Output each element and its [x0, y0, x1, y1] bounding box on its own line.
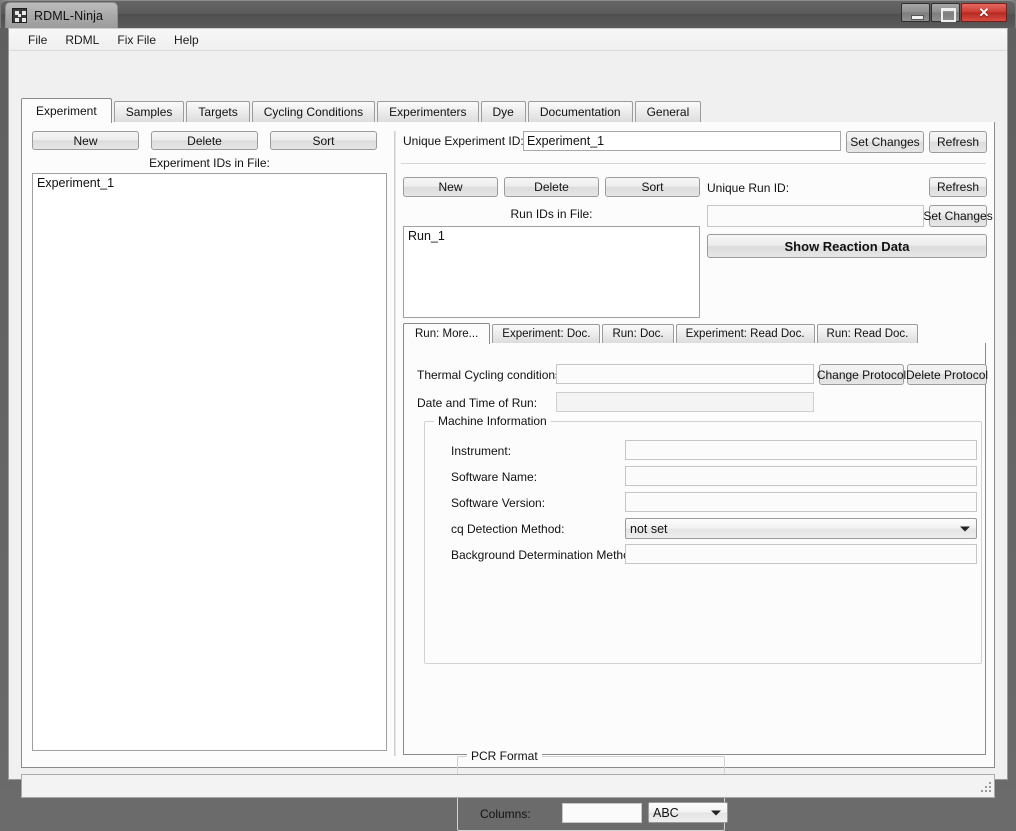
inner-tab-run-read-doc[interactable]: Run: Read Doc. — [816, 324, 919, 343]
maximize-button[interactable] — [931, 3, 960, 22]
experiment-button-row: New Delete Sort — [32, 131, 387, 150]
background-determination-input[interactable] — [625, 544, 977, 564]
window-controls: ✕ — [901, 3, 1007, 22]
unique-run-id-label: Unique Run ID: — [707, 181, 790, 195]
machine-information-title: Machine Information — [434, 414, 551, 428]
pcr-columns-select-value: ABC — [653, 805, 679, 820]
inner-tab-experiment-doc[interactable]: Experiment: Doc. — [492, 324, 601, 343]
unique-experiment-id-label: Unique Experiment ID: — [403, 134, 524, 148]
minimize-button[interactable] — [901, 3, 930, 22]
tab-samples[interactable]: Samples — [113, 101, 185, 122]
experiment-tab-panel: New Delete Sort Experiment IDs in File: … — [21, 122, 995, 831]
resize-grip-icon[interactable] — [979, 782, 992, 795]
menu-rdml[interactable]: RDML — [56, 30, 108, 50]
unique-experiment-id-input[interactable]: Experiment_1 — [523, 131, 841, 151]
list-item[interactable]: Experiment_1 — [33, 174, 386, 192]
chevron-down-icon — [711, 810, 721, 815]
window-title: RDML-Ninja — [34, 8, 104, 23]
app-icon — [12, 8, 27, 23]
tab-cycling-conditions[interactable]: Cycling Conditions — [251, 101, 376, 122]
experiment-refresh-button[interactable]: Refresh — [929, 131, 987, 153]
change-protocol-button[interactable]: Change Protocol — [817, 364, 906, 385]
experiment-ids-listbox[interactable]: Experiment_1 — [32, 173, 387, 751]
run-tab-bar: Run: More... Experiment: Doc. Run: Doc. … — [403, 323, 986, 344]
pcr-format-title: PCR Format — [467, 749, 542, 763]
tab-documentation[interactable]: Documentation — [527, 101, 633, 122]
experiment-list-label: Experiment IDs in File: — [149, 156, 270, 170]
experiment-detail-pane: Unique Experiment ID: Experiment_1 Set C… — [401, 131, 993, 831]
inner-tab-experiment-read-doc[interactable]: Experiment: Read Doc. — [675, 324, 815, 343]
list-item[interactable]: Run_1 — [404, 227, 699, 245]
run-new-button[interactable]: New — [403, 177, 498, 197]
tab-experimenters[interactable]: Experimenters — [377, 101, 479, 122]
menu-fix-file[interactable]: Fix File — [108, 30, 165, 50]
tab-dye[interactable]: Dye — [480, 101, 526, 122]
instrument-label: Instrument: — [451, 444, 512, 458]
pcr-columns-select[interactable]: ABC — [648, 802, 728, 823]
tab-general[interactable]: General — [634, 101, 702, 122]
run-refresh-button[interactable]: Refresh — [929, 177, 987, 197]
instrument-input[interactable] — [625, 440, 977, 460]
delete-protocol-button[interactable]: Delete Protocol — [906, 364, 988, 385]
thermal-cycling-label: Thermal Cycling conditions: — [417, 368, 565, 382]
experiment-list-pane: New Delete Sort Experiment IDs in File: … — [32, 131, 387, 756]
window-title-tab: RDML-Ninja — [5, 2, 119, 28]
close-button[interactable]: ✕ — [961, 3, 1007, 22]
experiment-set-changes-button[interactable]: Set Changes — [846, 131, 924, 153]
software-version-input[interactable] — [625, 492, 977, 512]
status-bar — [21, 774, 995, 798]
pcr-columns-input[interactable] — [562, 803, 642, 823]
tab-targets[interactable]: Targets — [186, 101, 250, 122]
experiment-new-button[interactable]: New — [32, 131, 139, 150]
client-area: File RDML Fix File Help Experiment Sampl… — [8, 28, 1008, 831]
menu-bar: File RDML Fix File Help — [9, 29, 1007, 51]
run-delete-button[interactable]: Delete — [504, 177, 599, 197]
show-reaction-data-button[interactable]: Show Reaction Data — [707, 234, 987, 258]
pane-divider — [394, 131, 396, 756]
background-determination-label: Background Determination Method: — [451, 548, 640, 562]
experiment-delete-button[interactable]: Delete — [151, 131, 258, 150]
software-version-label: Software Version: — [451, 496, 546, 510]
close-icon: ✕ — [978, 5, 990, 20]
run-more-panel: Thermal Cycling conditions: Change Proto… — [403, 343, 988, 831]
tab-experiment[interactable]: Experiment — [21, 98, 112, 123]
chevron-down-icon — [960, 526, 970, 531]
machine-information-groupbox: Machine Information Instrument: Software… — [424, 414, 982, 831]
window-body: Experiment Samples Targets Cycling Condi… — [9, 51, 1007, 831]
thermal-cycling-input[interactable] — [556, 364, 814, 384]
cq-detection-method-value: not set — [630, 521, 668, 536]
title-bar: RDML-Ninja ✕ — [0, 0, 1016, 28]
software-name-label: Software Name: — [451, 470, 538, 484]
inner-tab-run-more[interactable]: Run: More... — [403, 323, 491, 344]
run-list-label: Run IDs in File: — [510, 207, 593, 221]
cq-detection-method-label: cq Detection Method: — [451, 522, 565, 536]
date-time-input[interactable] — [556, 392, 814, 412]
run-sort-button[interactable]: Sort — [605, 177, 700, 197]
pcr-columns-label: Columns: — [480, 807, 531, 821]
menu-file[interactable]: File — [19, 30, 56, 50]
unique-experiment-id-row: Unique Experiment ID: Experiment_1 Set C… — [401, 131, 987, 153]
run-ids-listbox[interactable]: Run_1 — [403, 226, 700, 318]
software-name-input[interactable] — [625, 466, 977, 486]
inner-tab-run-doc[interactable]: Run: Doc. — [602, 324, 674, 343]
cq-detection-method-select[interactable]: not set — [625, 518, 977, 539]
run-set-changes-button[interactable]: Set Changes — [923, 205, 993, 227]
main-tab-bar: Experiment Samples Targets Cycling Condi… — [21, 98, 995, 123]
unique-run-id-input[interactable] — [707, 205, 924, 227]
menu-help[interactable]: Help — [165, 30, 208, 50]
application-window: RDML-Ninja ✕ File RDML Fix File Help Exp… — [0, 0, 1016, 831]
date-time-label: Date and Time of Run: — [417, 396, 538, 410]
section-divider — [401, 163, 986, 164]
experiment-sort-button[interactable]: Sort — [270, 131, 377, 150]
